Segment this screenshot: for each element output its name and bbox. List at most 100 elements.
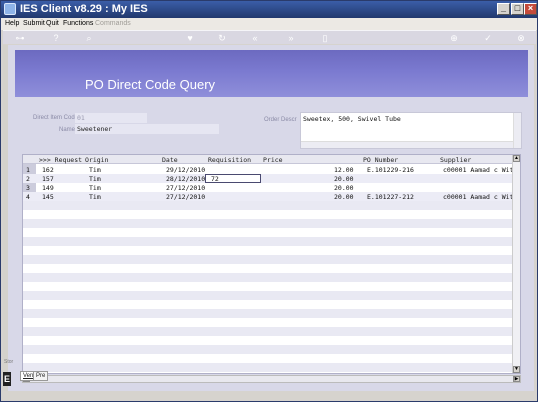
empty-table-row[interactable] — [23, 363, 514, 372]
empty-table-row[interactable] — [23, 300, 514, 309]
menu-help[interactable]: Help — [5, 20, 19, 27]
empty-table-row[interactable] — [23, 309, 514, 318]
name-field[interactable]: Sweetener — [75, 124, 219, 134]
table-row[interactable]: 4 145 Tim 27/12/2010 20.00 E.101227-212 … — [23, 192, 518, 201]
col-requisition[interactable]: Requisition — [208, 156, 251, 164]
row-number: 3 — [26, 184, 30, 192]
scroll-right-icon[interactable]: ▶ — [513, 376, 520, 382]
cell-price: 20.00 — [334, 193, 354, 201]
cell-request: 157 — [42, 175, 54, 183]
table-row[interactable]: 1 162 Tim 29/12/2010 12.00 E.101229-216 … — [23, 165, 518, 174]
empty-table-row[interactable] — [23, 264, 514, 273]
cell-date: 28/12/2010 — [166, 175, 206, 183]
menu-quit[interactable]: Quit — [46, 20, 59, 27]
col-price[interactable]: Price — [263, 156, 283, 164]
heart-icon[interactable]: ♥ — [185, 33, 195, 43]
empty-table-row[interactable] — [23, 201, 514, 210]
name-label: Name — [59, 127, 76, 133]
app-icon — [4, 3, 16, 15]
empty-table-row[interactable] — [23, 345, 514, 354]
maximize-button[interactable]: □ — [511, 3, 524, 15]
add-icon[interactable]: ⊕ — [449, 33, 459, 43]
col-request[interactable]: >>> Request — [39, 156, 82, 164]
empty-table-row[interactable] — [23, 237, 514, 246]
menu-commands: Commands — [95, 20, 131, 27]
main-content: PO Direct Code Query Direct Item Code 01… — [8, 45, 534, 391]
menu-bar: Help Submit Quit Functions Commands — [1, 18, 537, 30]
cell-date: 29/12/2010 — [166, 166, 206, 174]
order-descr-hscroll[interactable] — [301, 141, 513, 148]
menu-submit[interactable]: Submit — [23, 20, 45, 27]
cell-po-number: E.101227-212 — [367, 193, 414, 201]
grid-vscroll[interactable]: ▲ ▼ — [512, 155, 520, 373]
col-supplier[interactable]: Supplier — [440, 156, 471, 164]
cell-supplier: c00001 Aamad c With — [443, 166, 518, 174]
toolbar: ⊶ ? ⌕ ♥ ↻ « » ▯ ⊕ ✓ ⊗ — [3, 30, 536, 44]
order-descr-text: Sweetex, 500, Swivel Tube — [303, 115, 401, 123]
page-title: PO Direct Code Query — [85, 77, 216, 92]
key-icon[interactable]: ⊶ — [11, 33, 29, 43]
header-band: PO Direct Code Query — [15, 50, 528, 97]
tab-pre[interactable]: Pre — [33, 371, 49, 381]
col-date[interactable]: Date — [162, 156, 178, 164]
help-icon[interactable]: ? — [51, 33, 61, 43]
side-status-text: Stor — [4, 359, 14, 365]
cell-origin: Tim — [89, 184, 101, 192]
cell-date: 27/12/2010 — [166, 193, 206, 201]
cell-price: 20.00 — [334, 175, 354, 183]
check-icon[interactable]: ✓ — [483, 33, 493, 43]
window-title: IES Client v8.29 : My IES — [20, 3, 148, 15]
table-row[interactable]: 2 157 Tim 28/12/2010 72 20.00 — [23, 174, 514, 183]
logo-icon: E — [3, 372, 11, 386]
scroll-down-icon[interactable]: ▼ — [513, 366, 520, 373]
cell-origin: Tim — [89, 166, 101, 174]
fast-forward-icon[interactable]: » — [286, 33, 296, 43]
table-row[interactable]: 3 149 Tim 27/12/2010 20.00 — [23, 183, 514, 192]
refresh-icon[interactable]: ↻ — [217, 33, 227, 43]
order-descr-label: Order Descr — [264, 117, 297, 123]
direct-item-code-field[interactable]: 01 — [75, 113, 147, 123]
cell-price: 20.00 — [334, 184, 354, 192]
menu-functions[interactable]: Functions — [63, 20, 93, 27]
empty-table-row[interactable] — [23, 354, 514, 363]
scroll-up-icon[interactable]: ▲ — [513, 155, 520, 162]
empty-table-row[interactable] — [23, 228, 514, 237]
document-icon[interactable]: ▯ — [320, 33, 330, 43]
cell-request: 149 — [42, 184, 54, 192]
row-number: 4 — [26, 193, 30, 201]
empty-table-row[interactable] — [23, 291, 514, 300]
empty-table-row[interactable] — [23, 255, 514, 264]
app-window: IES Client v8.29 : My IES _ □ × Help Sub… — [0, 0, 538, 402]
grid-hscroll[interactable]: ◀ ▶ — [22, 375, 521, 383]
row-number: 1 — [26, 166, 30, 174]
cell-price: 12.00 — [334, 166, 354, 174]
cell-origin: Tim — [89, 175, 101, 183]
title-bar[interactable]: IES Client v8.29 : My IES _ □ × — [1, 1, 537, 18]
po-grid: >>> Request Origin Date Requisition Pric… — [22, 154, 521, 375]
order-descr-field[interactable]: Sweetex, 500, Swivel Tube — [300, 112, 522, 149]
grid-header: >>> Request Origin Date Requisition Pric… — [23, 155, 514, 164]
col-origin[interactable]: Origin — [85, 156, 108, 164]
cell-po-number: E.101229-216 — [367, 166, 414, 174]
rewind-icon[interactable]: « — [250, 33, 260, 43]
col-po-number[interactable]: PO Number — [363, 156, 398, 164]
direct-item-code-label: Direct Item Code — [33, 115, 79, 121]
cell-supplier: c00001 Aamad c With — [443, 193, 518, 201]
minimize-button[interactable]: _ — [497, 3, 510, 15]
empty-table-row[interactable] — [23, 282, 514, 291]
search-icon[interactable]: ⌕ — [84, 33, 94, 43]
empty-table-row[interactable] — [23, 210, 514, 219]
cell-requisition: 72 — [211, 175, 219, 183]
empty-table-row[interactable] — [23, 219, 514, 228]
close-window-button[interactable]: × — [524, 3, 537, 15]
order-descr-vscroll[interactable] — [513, 113, 521, 148]
cell-origin: Tim — [89, 193, 101, 201]
close-icon[interactable]: ⊗ — [516, 33, 526, 43]
cell-request: 162 — [42, 166, 54, 174]
cell-request: 145 — [42, 193, 54, 201]
empty-table-row[interactable] — [23, 318, 514, 327]
empty-table-row[interactable] — [23, 327, 514, 336]
empty-table-row[interactable] — [23, 336, 514, 345]
empty-table-row[interactable] — [23, 246, 514, 255]
empty-table-row[interactable] — [23, 273, 514, 282]
